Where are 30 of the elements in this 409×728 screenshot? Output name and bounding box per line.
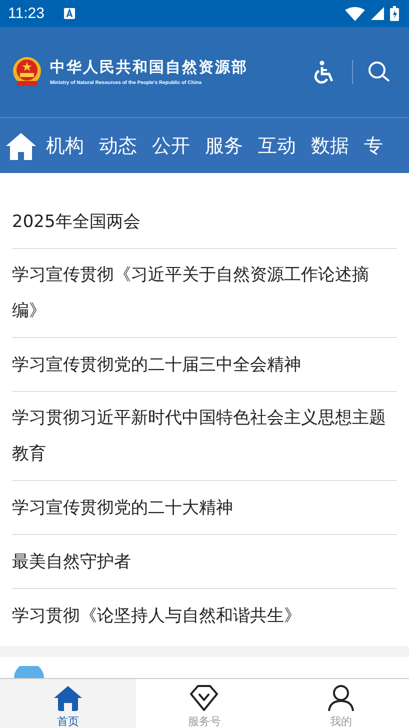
channel-logo-icon <box>14 666 44 678</box>
topic-link[interactable]: 学习贯彻习近平新时代中国特色社会主义思想主题教育 <box>12 400 397 472</box>
search-icon <box>367 60 391 84</box>
home-icon <box>54 685 82 711</box>
channel-tab[interactable]: 机构 <box>46 132 84 158</box>
topic-link[interactable]: 学习宣传贯彻党的二十大精神 <box>12 490 233 526</box>
clock: 11:23 <box>8 5 44 22</box>
wifi-icon <box>345 6 365 20</box>
home-icon <box>6 132 36 160</box>
emblem-icon <box>12 57 42 87</box>
channel-tab[interactable]: 公开 <box>152 132 190 158</box>
topic-link[interactable]: 学习贯彻《论坚持人与自然和谐共生》 <box>12 598 301 634</box>
home-button[interactable] <box>6 132 36 160</box>
topic-link[interactable]: 学习宣传贯彻《习近平关于自然资源工作论述摘编》 <box>12 257 397 329</box>
channel-tab[interactable]: 专 <box>364 132 383 158</box>
battery-icon <box>390 6 399 21</box>
ministry-title: 中华人民共和国自然资源部 <box>50 58 248 77</box>
diamond-icon <box>190 685 218 711</box>
bottom-tab[interactable]: 首页 <box>0 679 136 728</box>
topic-link[interactable]: 2025年全国两会 <box>12 204 140 240</box>
channel-tab[interactable]: 动态 <box>99 132 137 158</box>
wheelchair-icon <box>314 60 336 84</box>
channel-tab[interactable]: 服务 <box>205 132 243 158</box>
person-icon <box>326 685 355 711</box>
notification-icon <box>64 8 76 19</box>
channel-tab[interactable]: 互动 <box>258 132 296 158</box>
signal-icon <box>371 7 384 20</box>
channel-tab[interactable]: 数据 <box>311 132 349 158</box>
topic-link[interactable]: 最美自然守护者 <box>12 544 131 580</box>
topic-link[interactable]: 学习宣传贯彻党的二十届三中全会精神 <box>12 346 301 382</box>
